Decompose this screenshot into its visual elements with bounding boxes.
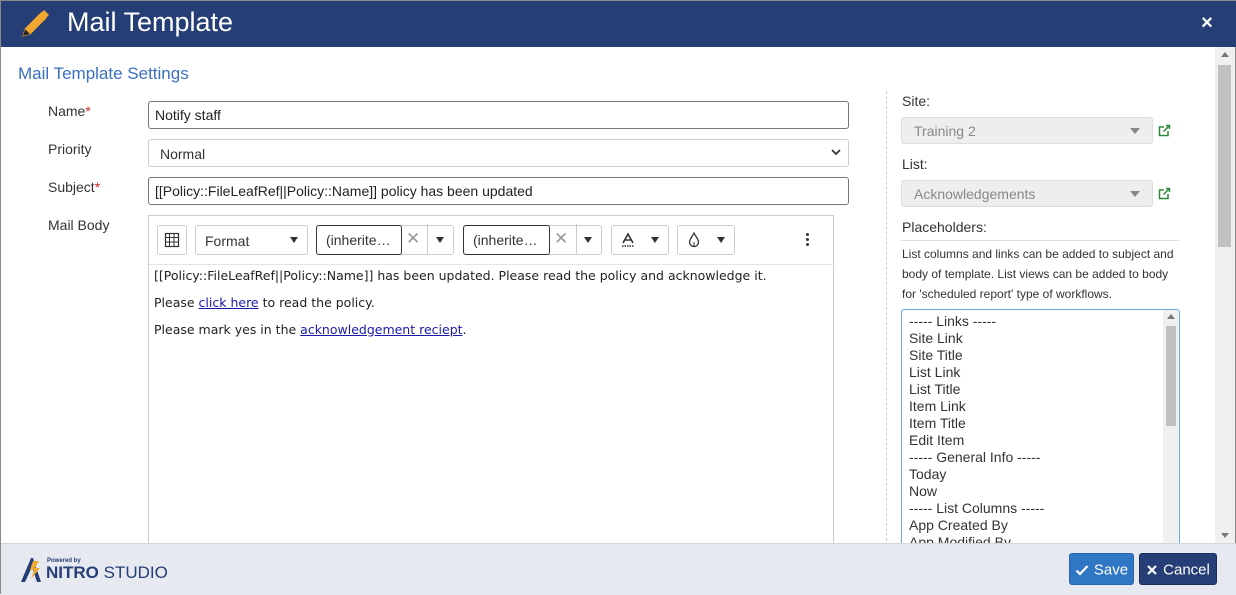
editor-body[interactable]: [[Policy::FileLeafRef||Policy::Name]] ha… xyxy=(154,268,830,349)
placeholder-option[interactable]: Site Title xyxy=(909,347,963,363)
site-label: Site: xyxy=(902,93,931,109)
insert-table-button[interactable] xyxy=(157,225,187,255)
caret-down-icon[interactable] xyxy=(584,237,592,243)
external-link-icon[interactable] xyxy=(1158,187,1171,200)
placeholder-option[interactable]: ----- General Info ----- xyxy=(909,449,1040,465)
required-marker: * xyxy=(94,179,101,195)
scrollbar-thumb[interactable] xyxy=(1166,326,1176,426)
placeholder-option[interactable]: App Modified By xyxy=(909,534,1011,543)
click-here-link[interactable]: click here xyxy=(199,295,259,310)
priority-label: Priority xyxy=(48,141,92,157)
body-line-1: [[Policy::FileLeafRef||Policy::Name]] ha… xyxy=(154,268,767,283)
placeholder-option[interactable]: App Created By xyxy=(909,517,1008,533)
text-color-button[interactable] xyxy=(611,225,669,255)
priority-value: Normal xyxy=(160,146,206,162)
table-icon xyxy=(164,232,180,248)
dialog-content: Mail Template Settings Name* Notify staf… xyxy=(3,47,1215,543)
save-button[interactable]: Save xyxy=(1069,553,1134,585)
placeholders-help-text: List columns and links can be added to s… xyxy=(902,247,1174,301)
checkmark-icon xyxy=(1075,565,1089,576)
background-color-button[interactable] xyxy=(677,225,735,255)
body-line-2: Please click here to read the policy. xyxy=(154,295,375,310)
chevron-down-icon xyxy=(831,149,841,156)
caret-down-icon xyxy=(651,237,659,243)
column-divider xyxy=(886,91,887,543)
placeholder-option[interactable]: Today xyxy=(909,466,946,482)
priority-select[interactable]: Normal xyxy=(148,139,849,167)
scrollbar-thumb[interactable] xyxy=(1218,65,1231,247)
placeholder-option[interactable]: Edit Item xyxy=(909,432,964,448)
name-label: Name* xyxy=(48,103,91,119)
subject-input[interactable]: [[Policy::FileLeafRef||Policy::Name]] po… xyxy=(148,177,849,205)
caret-down-icon xyxy=(1130,191,1140,197)
dialog-scrollbar[interactable] xyxy=(1215,47,1235,543)
close-icon[interactable]: × xyxy=(1197,13,1217,33)
caret-down-icon xyxy=(717,237,725,243)
clear-icon[interactable]: ✕ xyxy=(554,229,568,249)
font-family-combo: (inherite… ✕ xyxy=(316,225,454,255)
placeholder-option[interactable]: List Title xyxy=(909,381,960,397)
font-family-input[interactable]: (inherite… xyxy=(316,225,402,255)
list-label: List: xyxy=(902,156,928,172)
clear-icon[interactable]: ✕ xyxy=(406,229,420,249)
caret-down-icon xyxy=(1130,128,1140,134)
placeholder-option[interactable]: ----- List Columns ----- xyxy=(909,500,1044,516)
placeholders-listbox[interactable]: ----- Links ----- Site Link Site Title L… xyxy=(901,309,1180,543)
close-icon xyxy=(1147,565,1157,575)
format-label: Format xyxy=(205,233,250,249)
scroll-up-icon[interactable] xyxy=(1167,314,1175,319)
brand-name: NITRO STUDIO xyxy=(46,563,168,582)
color-drop-icon xyxy=(688,232,700,248)
nitro-logo-icon xyxy=(21,558,41,582)
font-size-combo: (inherite… ✕ xyxy=(463,225,602,255)
placeholder-option[interactable]: Now xyxy=(909,483,937,499)
mail-body-label: Mail Body xyxy=(48,217,110,233)
format-dropdown[interactable]: Format xyxy=(195,225,308,255)
caret-down-icon[interactable] xyxy=(436,237,444,243)
placeholders-label: Placeholders: xyxy=(902,219,987,235)
subject-label: Subject* xyxy=(48,179,101,195)
pencil-icon xyxy=(22,10,49,37)
cancel-button[interactable]: Cancel xyxy=(1139,553,1217,585)
toolbar-separator xyxy=(427,224,428,254)
site-value: Training 2 xyxy=(914,123,976,139)
caret-down-icon xyxy=(290,237,298,243)
scroll-down-icon[interactable] xyxy=(1221,533,1229,538)
dialog-title: Mail Template xyxy=(67,7,234,37)
dialog-header: Mail Template × xyxy=(1,1,1236,47)
more-options-icon[interactable] xyxy=(803,231,813,249)
mail-template-dialog: Mail Template × Mail Template Settings N… xyxy=(0,0,1236,595)
name-input[interactable]: Notify staff xyxy=(148,101,849,129)
nitro-studio-logo: Powered by NITRO STUDIO xyxy=(19,556,179,584)
placeholder-option[interactable]: Site Link xyxy=(909,330,963,346)
list-select[interactable]: Acknowledgements xyxy=(901,180,1153,207)
text-color-icon xyxy=(622,232,634,247)
dialog-footer: Powered by NITRO STUDIO Save Cancel xyxy=(1,543,1236,595)
toolbar-separator xyxy=(576,224,577,254)
body-line-3: Please mark yes in the acknowledgement r… xyxy=(154,322,467,337)
editor-toolbar: Format (inherite… ✕ (inherite… ✕ xyxy=(149,216,833,265)
placeholder-option[interactable]: List Link xyxy=(909,364,960,380)
mail-body-editor: Format (inherite… ✕ (inherite… ✕ [[Polic… xyxy=(148,215,834,543)
placeholders-divider xyxy=(901,240,1179,241)
placeholder-option[interactable]: Item Title xyxy=(909,415,966,431)
external-link-icon[interactable] xyxy=(1158,124,1171,137)
required-marker: * xyxy=(85,103,91,119)
acknowledgement-receipt-link[interactable]: acknowledgement reciept xyxy=(300,322,462,337)
list-value: Acknowledgements xyxy=(914,186,1036,202)
listbox-scrollbar[interactable] xyxy=(1163,310,1179,543)
section-title: Mail Template Settings xyxy=(18,64,189,83)
font-size-input[interactable]: (inherite… xyxy=(463,225,550,255)
placeholder-option[interactable]: Item Link xyxy=(909,398,966,414)
site-select[interactable]: Training 2 xyxy=(901,117,1153,144)
placeholder-option[interactable]: ----- Links ----- xyxy=(909,313,996,329)
scroll-up-icon[interactable] xyxy=(1221,52,1229,57)
